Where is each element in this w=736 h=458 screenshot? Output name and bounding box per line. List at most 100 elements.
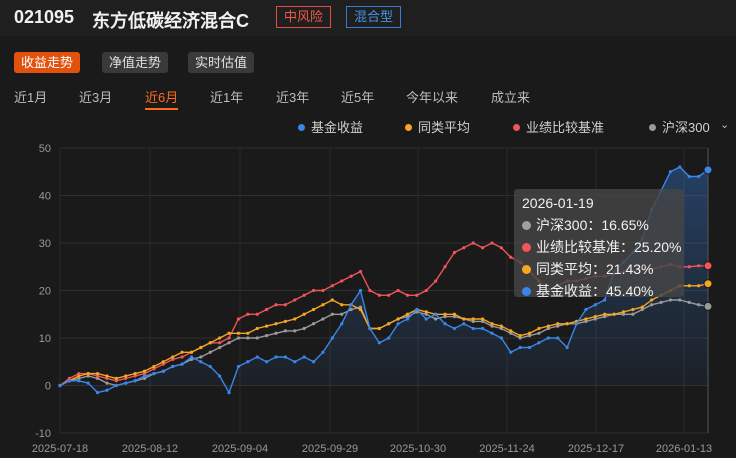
data-point — [537, 331, 541, 335]
data-point — [509, 329, 513, 333]
data-point — [283, 303, 287, 307]
data-point — [424, 288, 428, 293]
data-point — [208, 341, 212, 345]
data-point — [199, 360, 203, 364]
data-point — [293, 360, 297, 364]
data-point — [265, 307, 269, 312]
data-point — [697, 264, 701, 268]
data-point — [236, 364, 241, 369]
data-point — [142, 374, 147, 378]
data-point — [574, 322, 579, 326]
tooltip-value: 业绩比较基准：25.20% — [536, 239, 682, 255]
data-point — [443, 312, 447, 316]
data-point — [678, 165, 682, 169]
data-point — [311, 360, 316, 364]
data-point — [340, 303, 344, 307]
data-point — [283, 319, 287, 323]
data-point — [321, 303, 325, 307]
y-tick-label: -10 — [35, 428, 51, 440]
data-point — [546, 336, 550, 340]
data-point — [293, 298, 297, 302]
data-point — [368, 288, 372, 293]
data-point — [265, 360, 269, 364]
x-tick-label: 2025-07-18 — [32, 443, 88, 455]
data-point — [443, 322, 447, 326]
data-point — [387, 293, 391, 297]
data-point — [584, 317, 588, 321]
data-point — [396, 322, 400, 326]
x-tick-label: 2025-12-17 — [568, 443, 624, 455]
data-point — [565, 322, 569, 326]
data-point — [189, 355, 194, 359]
data-point — [640, 305, 644, 309]
y-tick-label: 20 — [39, 286, 51, 298]
data-point — [311, 288, 316, 293]
data-point — [227, 336, 231, 340]
data-point — [199, 345, 203, 350]
y-axis: 50 40 30 20 10 0 -10 — [35, 143, 51, 440]
data-point — [405, 293, 410, 297]
data-point — [527, 345, 532, 350]
data-point — [387, 336, 391, 340]
data-point — [490, 241, 494, 245]
data-point — [321, 350, 325, 354]
data-point — [434, 312, 438, 316]
data-point — [499, 246, 503, 250]
data-point — [246, 312, 250, 316]
data-point — [95, 372, 100, 376]
data-point — [302, 312, 306, 316]
data-point — [302, 355, 306, 359]
data-point — [199, 355, 203, 359]
data-point — [67, 379, 71, 383]
data-point — [274, 303, 278, 307]
data-point — [481, 317, 485, 321]
data-point — [340, 312, 344, 316]
data-point — [556, 322, 560, 326]
tooltip-date: 2026-01-19 — [522, 195, 594, 211]
data-point — [424, 310, 428, 314]
data-point — [86, 381, 90, 385]
tooltip-value: 基金收益：45.40% — [536, 283, 654, 299]
data-point — [471, 326, 475, 331]
data-point — [302, 326, 306, 331]
data-point — [387, 322, 391, 326]
data-point — [499, 324, 503, 328]
data-point — [490, 331, 494, 335]
cursor-point — [703, 165, 713, 175]
data-point — [124, 374, 128, 378]
data-point — [687, 174, 691, 179]
x-tick-label: 2025-08-12 — [122, 443, 178, 455]
data-point — [218, 345, 222, 350]
data-point — [697, 174, 701, 179]
data-point — [678, 298, 682, 302]
tooltip-value: 沪深300：16.65% — [536, 217, 649, 233]
data-point — [152, 364, 156, 369]
data-point — [462, 317, 466, 321]
data-point — [180, 355, 184, 359]
data-point — [255, 355, 259, 359]
data-point — [86, 372, 90, 376]
data-point — [105, 388, 109, 392]
data-point — [509, 350, 513, 354]
data-point — [321, 317, 325, 321]
data-point — [481, 246, 485, 250]
y-tick-label: 50 — [39, 143, 51, 155]
data-point — [415, 293, 419, 297]
data-point — [152, 372, 156, 376]
data-point — [509, 255, 513, 259]
tooltip-row-csi300: 沪深300：16.65% — [522, 214, 676, 236]
data-point — [293, 317, 297, 321]
data-point — [77, 379, 81, 383]
data-point — [462, 322, 466, 326]
data-point — [377, 341, 381, 345]
data-point — [396, 288, 400, 293]
data-point — [189, 350, 194, 354]
y-tick-label: 10 — [39, 333, 51, 345]
data-point — [246, 336, 250, 340]
data-point — [218, 374, 222, 378]
data-point — [593, 303, 597, 307]
data-point — [499, 336, 503, 340]
data-point — [274, 322, 278, 326]
data-point — [415, 307, 419, 312]
data-point — [133, 379, 137, 383]
